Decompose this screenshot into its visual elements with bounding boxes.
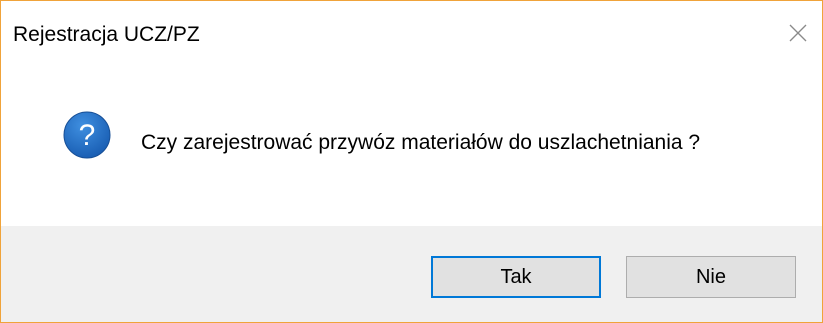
svg-text:?: ? — [79, 119, 96, 152]
yes-button[interactable]: Tak — [431, 256, 601, 298]
dialog-content: ? Czy zarejestrować przywóz materiałów d… — [1, 71, 822, 226]
message-dialog: Rejestracja UCZ/PZ ? Czy zarejestrować p… — [0, 0, 823, 323]
window-title: Rejestracja UCZ/PZ — [13, 23, 200, 46]
no-button[interactable]: Nie — [626, 256, 796, 298]
dialog-message: Czy zarejestrować przywóz materiałów do … — [141, 131, 701, 154]
button-bar: Tak Nie — [1, 226, 822, 322]
close-button[interactable] — [774, 9, 822, 57]
question-icon: ? — [63, 111, 111, 159]
title-bar: Rejestracja UCZ/PZ — [1, 1, 822, 71]
close-icon — [789, 24, 807, 42]
